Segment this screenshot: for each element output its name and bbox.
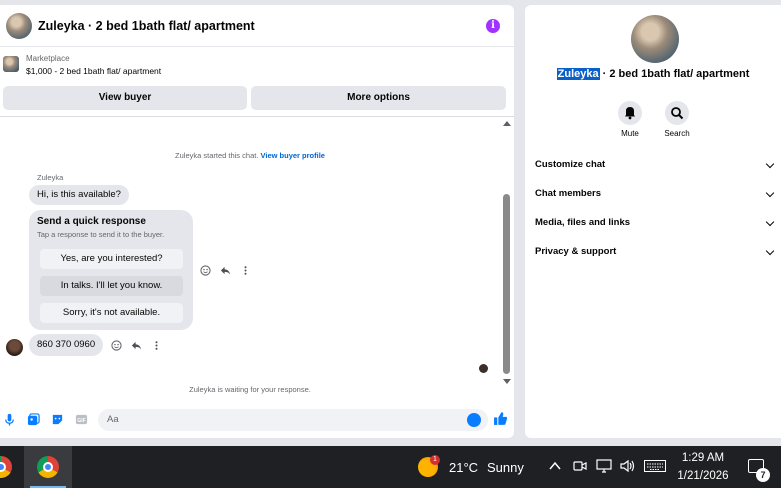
scroll-down-arrow[interactable] bbox=[503, 379, 511, 384]
outgoing-message[interactable]: 860 370 0960 bbox=[29, 334, 104, 356]
info-icon[interactable]: i bbox=[486, 19, 500, 33]
emoji-icon[interactable] bbox=[467, 413, 481, 427]
accordion-media-files-links[interactable]: Media, files and links bbox=[535, 213, 775, 233]
view-buyer-button[interactable]: View buyer bbox=[3, 86, 247, 110]
gif-icon[interactable]: GIF bbox=[75, 413, 88, 426]
listing-price-title[interactable]: $1,000 - 2 bed 1bath flat/ apartment bbox=[26, 66, 161, 76]
search-label: Search bbox=[664, 129, 690, 138]
accordion-label: Customize chat bbox=[535, 159, 606, 170]
conversation-info-panel: Zuleyka · 2 bed 1bath flat/ apartment Mu… bbox=[525, 5, 781, 438]
taskbar: 1 21°C Sunny 1:29 AM 1/21/2026 7 bbox=[0, 446, 781, 488]
chevron-up-icon[interactable] bbox=[549, 461, 561, 471]
chevron-down-icon bbox=[765, 159, 775, 169]
search-icon bbox=[671, 107, 684, 120]
chat-started-notice: Zuleyka started this chat. View buyer pr… bbox=[0, 151, 500, 160]
keyboard-icon[interactable] bbox=[644, 460, 666, 472]
more-icon[interactable] bbox=[151, 340, 162, 351]
waiting-notice: Zuleyka is waiting for your response. bbox=[189, 385, 311, 394]
read-receipt-avatar bbox=[479, 364, 488, 373]
like-icon[interactable] bbox=[493, 411, 508, 426]
network-icon[interactable] bbox=[596, 459, 612, 473]
chat-header: Zuleyka · 2 bed 1bath flat/ apartment i bbox=[0, 5, 514, 47]
notification-badge: 7 bbox=[756, 468, 770, 482]
microphone-icon[interactable] bbox=[3, 413, 16, 426]
mute-button[interactable] bbox=[618, 101, 642, 125]
chrome-icon bbox=[0, 456, 12, 478]
bell-icon bbox=[625, 107, 635, 120]
incoming-message[interactable]: Hi, is this available? bbox=[29, 185, 129, 205]
chrome-icon bbox=[37, 456, 59, 478]
quick-response-option[interactable]: Sorry, it's not available. bbox=[40, 303, 183, 323]
quick-response-option[interactable]: In talks. I'll let you know. bbox=[40, 276, 183, 296]
more-icon[interactable] bbox=[240, 265, 251, 276]
sticker-icon[interactable] bbox=[51, 413, 64, 426]
search-button[interactable] bbox=[665, 101, 689, 125]
scrollbar[interactable] bbox=[501, 117, 512, 389]
listing-avatar-large[interactable] bbox=[631, 15, 679, 63]
chevron-down-icon bbox=[765, 246, 775, 256]
quick-response-title: Send a quick response bbox=[37, 216, 146, 227]
quick-response-option[interactable]: Yes, are you interested? bbox=[40, 249, 183, 269]
react-icon[interactable] bbox=[111, 340, 122, 351]
accordion-label: Chat members bbox=[535, 188, 601, 199]
react-icon[interactable] bbox=[200, 265, 211, 276]
chat-title[interactable]: Zuleyka · 2 bed 1bath flat/ apartment bbox=[38, 19, 255, 33]
composer: GIF Aa bbox=[0, 405, 514, 435]
message-input[interactable]: Aa bbox=[98, 409, 488, 431]
reply-icon[interactable] bbox=[220, 265, 231, 276]
taskbar-app-active[interactable] bbox=[24, 446, 72, 488]
chat-started-text: Zuleyka started this chat. bbox=[175, 151, 259, 160]
chevron-down-icon bbox=[765, 217, 775, 227]
message-list: Zuleyka started this chat. View buyer pr… bbox=[0, 117, 500, 402]
listing-thumbnail[interactable] bbox=[3, 56, 19, 72]
conversation-title[interactable]: Zuleyka · 2 bed 1bath flat/ apartment bbox=[525, 68, 781, 80]
accordion-label: Privacy & support bbox=[535, 246, 617, 257]
clock-time[interactable]: 1:29 AM bbox=[679, 452, 727, 464]
accordion-customize-chat[interactable]: Customize chat bbox=[535, 155, 775, 175]
message-actions bbox=[200, 265, 251, 276]
svg-text:GIF: GIF bbox=[77, 418, 86, 424]
reply-icon[interactable] bbox=[131, 340, 142, 351]
weather-badge: 1 bbox=[430, 455, 440, 465]
clock-date[interactable]: 1/21/2026 bbox=[676, 470, 730, 482]
chevron-down-icon bbox=[765, 188, 775, 198]
weather-condition[interactable]: Sunny bbox=[487, 460, 524, 475]
temperature[interactable]: 21°C bbox=[449, 460, 478, 475]
listing-summary: Marketplace $1,000 - 2 bed 1bath flat/ a… bbox=[0, 49, 514, 111]
selected-name: Zuleyka bbox=[556, 68, 600, 80]
accordion-privacy-support[interactable]: Privacy & support bbox=[535, 242, 775, 262]
message-actions bbox=[111, 340, 162, 351]
view-buyer-profile-link[interactable]: View buyer profile bbox=[261, 151, 325, 160]
marketplace-label: Marketplace bbox=[26, 54, 70, 63]
scrollbar-thumb[interactable] bbox=[503, 194, 510, 374]
listing-avatar[interactable] bbox=[6, 13, 32, 39]
quick-response-subtitle: Tap a response to send it to the buyer. bbox=[37, 230, 165, 239]
volume-icon[interactable] bbox=[620, 459, 636, 473]
accordion-chat-members[interactable]: Chat members bbox=[535, 184, 775, 204]
scroll-up-arrow[interactable] bbox=[503, 121, 511, 126]
sender-name: Zuleyka bbox=[37, 173, 64, 182]
accordion-label: Media, files and links bbox=[535, 217, 631, 228]
conversation-title-rest: · 2 bed 1bath flat/ apartment bbox=[599, 68, 750, 80]
taskbar-app[interactable] bbox=[0, 452, 16, 482]
meet-now-icon[interactable] bbox=[573, 459, 587, 473]
chat-panel: Zuleyka · 2 bed 1bath flat/ apartment i … bbox=[0, 5, 514, 438]
photo-icon[interactable] bbox=[27, 413, 40, 426]
avatar[interactable] bbox=[6, 339, 23, 356]
more-options-button[interactable]: More options bbox=[251, 86, 506, 110]
quick-response-card: Send a quick response Tap a response to … bbox=[29, 210, 193, 330]
mute-label: Mute bbox=[621, 129, 639, 138]
